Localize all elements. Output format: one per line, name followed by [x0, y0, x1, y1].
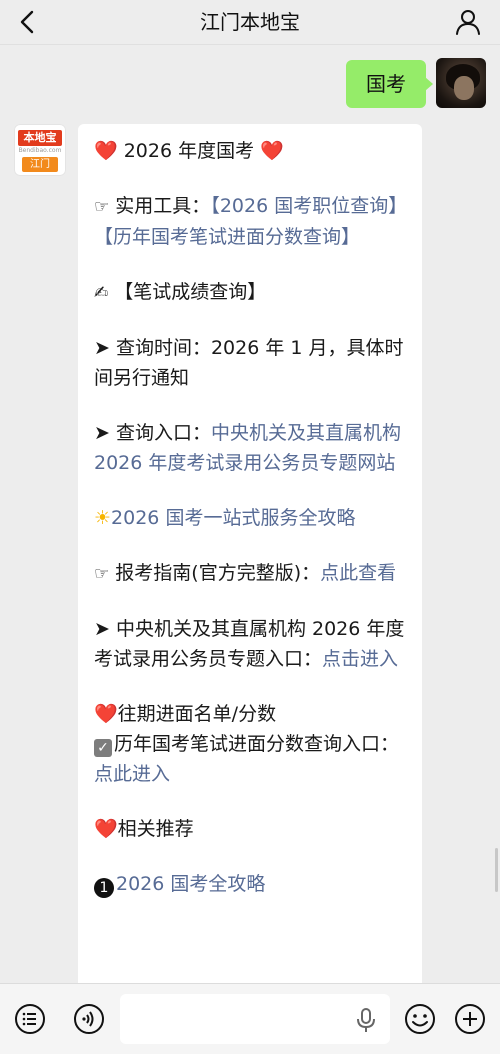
- heart-icon: ❤️: [94, 140, 118, 162]
- past-item-line: ✓ 历年国考笔试进面分数查询入口： 点此进入: [94, 729, 408, 789]
- profile-button[interactable]: [454, 8, 482, 36]
- pointing-hand-icon: ☞: [94, 197, 110, 217]
- query-entry-prefix: 查询入口：: [115, 422, 211, 444]
- emoji-button[interactable]: [404, 1003, 436, 1035]
- arrow-icon: ➤: [94, 618, 110, 640]
- account-avatar[interactable]: 本地宝 Bendibao.com 江门: [14, 124, 66, 176]
- past-section: ❤️往期进面名单/分数 ✓ 历年国考笔试进面分数查询入口： 点此进入: [94, 699, 408, 789]
- job-search-link[interactable]: 【2026 国考职位查询】: [210, 195, 407, 217]
- related-heading: 相关推荐: [117, 818, 194, 840]
- strategy-link[interactable]: 2026 国考一站式服务全攻略: [111, 507, 355, 529]
- microphone-icon: [357, 1008, 375, 1032]
- plus-button[interactable]: [454, 1003, 486, 1035]
- heart-icon: ❤️: [260, 140, 284, 162]
- logo-city: 江门: [22, 157, 58, 172]
- input-bar: [0, 983, 500, 1054]
- heart-icon: ❤️: [94, 703, 118, 725]
- menu-button[interactable]: [14, 1003, 46, 1035]
- strategy-line: ☀2026 国考一站式服务全攻略: [94, 503, 408, 533]
- emoji-icon: [405, 1004, 435, 1034]
- heart-icon: ❤️: [94, 818, 118, 840]
- tools-prefix: 实用工具：: [115, 195, 211, 217]
- sun-icon: ☀: [94, 507, 112, 529]
- chat-header: 江门本地宝: [0, 0, 500, 45]
- voice-icon: [74, 1004, 104, 1034]
- related-item-line: 1 2026 国考全攻略: [94, 869, 408, 899]
- past-item-prefix: 历年国考笔试进面分数查询入口：: [114, 733, 400, 755]
- scrollbar-thumb[interactable]: [495, 848, 498, 892]
- score-heading-line: ✍ 【笔试成绩查询】: [94, 277, 408, 308]
- query-entry-line: ➤ 查询入口：中央机关及其直属机构 2026 年度考试录用公务员专题网站: [94, 418, 408, 478]
- past-heading: 往期进面名单/分数: [117, 703, 277, 725]
- past-score-link[interactable]: 点此进入: [94, 763, 170, 785]
- query-time-line: ➤ 查询时间：2026 年 1 月，具体时间另行通知: [94, 333, 408, 393]
- tools-line: ☞ 实用工具：【2026 国考职位查询】【历年国考笔试进面分数查询】: [94, 191, 408, 252]
- related-link[interactable]: 2026 国考全攻略: [116, 873, 265, 895]
- arrow-icon: ➤: [94, 422, 110, 444]
- microphone-button[interactable]: [356, 1007, 376, 1033]
- outgoing-message: 国考: [346, 58, 486, 108]
- score-history-link[interactable]: 【历年国考笔试进面分数查询】: [94, 226, 360, 248]
- user-avatar[interactable]: [436, 58, 486, 108]
- chat-title: 江门本地宝: [200, 10, 300, 34]
- outgoing-bubble[interactable]: 国考: [346, 60, 433, 108]
- checkbox-icon: ✓: [94, 739, 112, 757]
- message-title: 2026 年度国考: [123, 140, 255, 162]
- logo-url: Bendibao.com: [18, 147, 62, 154]
- voice-button[interactable]: [73, 1003, 105, 1035]
- arrow-icon: ➤: [94, 337, 110, 359]
- logo-brand: 本地宝: [18, 130, 62, 146]
- menu-list-icon: [15, 1004, 45, 1034]
- avatar-face: [454, 76, 474, 100]
- past-heading-line: ❤️往期进面名单/分数: [94, 699, 408, 729]
- portal-line: ➤ 中央机关及其直属机构 2026 年度考试录用公务员专题入口：点击进入: [94, 614, 408, 674]
- message-title-line: ❤️ 2026 年度国考 ❤️: [94, 136, 408, 166]
- pointing-hand-icon: ☞: [94, 564, 110, 584]
- portal-link[interactable]: 点击进入: [322, 648, 398, 670]
- guide-line: ☞ 报考指南(官方完整版)：点此查看: [94, 558, 408, 589]
- score-heading: 【笔试成绩查询】: [114, 281, 267, 303]
- writing-hand-icon: ✍: [94, 283, 109, 303]
- query-time: 查询时间：2026 年 1 月，具体时间另行通知: [94, 337, 404, 389]
- person-icon: [456, 10, 480, 35]
- guide-prefix: 报考指南(官方完整版)：: [115, 562, 321, 584]
- related-heading-line: ❤️相关推荐: [94, 814, 408, 844]
- incoming-bubble: ❤️ 2026 年度国考 ❤️ ☞ 实用工具：【2026 国考职位查询】【历年国…: [78, 124, 422, 1053]
- guide-link[interactable]: 点此查看: [320, 562, 396, 584]
- message-input[interactable]: [120, 994, 390, 1044]
- number-badge: 1: [94, 878, 114, 898]
- plus-icon: [455, 1004, 485, 1034]
